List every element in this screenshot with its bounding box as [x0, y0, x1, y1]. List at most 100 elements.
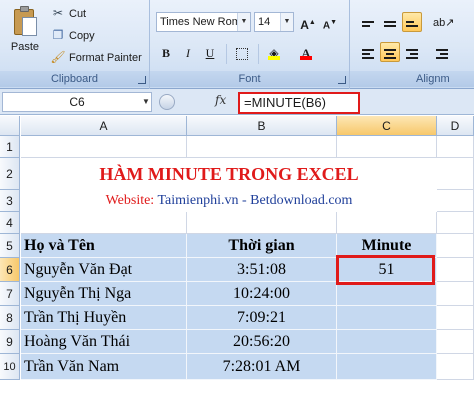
- copy-label: Copy: [69, 30, 95, 42]
- shrink-font-button[interactable]: A▼: [320, 12, 340, 32]
- chevron-down-icon[interactable]: ▼: [142, 97, 150, 106]
- bold-button[interactable]: B: [156, 42, 176, 62]
- header-minute[interactable]: Minute: [337, 234, 437, 258]
- cell-name[interactable]: Nguyễn Thị Nga: [21, 282, 187, 306]
- resize-knob-icon[interactable]: [159, 94, 175, 110]
- paste-label: Paste: [10, 41, 40, 53]
- alignment-group-label: Alignm: [350, 71, 474, 87]
- row-header-3[interactable]: 3: [0, 190, 20, 212]
- select-all-corner[interactable]: [0, 116, 20, 136]
- insert-function-icon[interactable]: fx: [215, 93, 226, 107]
- row-header-9[interactable]: 9: [0, 330, 20, 354]
- cell-d8[interactable]: [437, 306, 474, 330]
- header-ho-va-ten[interactable]: Họ và Tên: [21, 234, 187, 258]
- chevron-down-icon: ▼: [280, 13, 293, 31]
- grow-font-button[interactable]: A▲: [298, 12, 318, 32]
- cell-time[interactable]: 20:56:20: [187, 330, 337, 354]
- row-header-4[interactable]: 4: [0, 212, 20, 234]
- orientation-button[interactable]: ab↗: [432, 12, 455, 32]
- text-orientation-icon: ab↗: [433, 17, 455, 29]
- align-middle-button[interactable]: [380, 12, 400, 32]
- cell-time[interactable]: 10:24:00: [187, 282, 337, 306]
- row-header-1[interactable]: 1: [0, 136, 20, 158]
- cell-a4[interactable]: [21, 212, 187, 234]
- align-left-button[interactable]: [358, 42, 378, 62]
- font-dialog-launcher-icon[interactable]: [338, 76, 346, 84]
- header-thoi-gian[interactable]: Thời gian: [187, 234, 337, 258]
- align-center-button[interactable]: [380, 42, 400, 62]
- italic-button[interactable]: I: [178, 42, 198, 62]
- sheet-title: HÀM MINUTE TRONG EXCEL: [99, 164, 359, 184]
- cell-name[interactable]: Hoàng Văn Thái: [21, 330, 187, 354]
- scissors-icon: ✂: [52, 6, 64, 20]
- align-bottom-icon: [406, 19, 418, 29]
- cell-minute-active[interactable]: 51: [337, 258, 437, 282]
- paste-button[interactable]: Paste: [4, 4, 46, 66]
- worksheet-grid: A B C D 1 2 3 4 5 6 7 8 9 10 HÀM MINUTE …: [0, 116, 474, 401]
- cell-d7[interactable]: [437, 282, 474, 306]
- align-middle-icon: [384, 19, 396, 29]
- column-header-b[interactable]: B: [187, 116, 337, 136]
- align-center-icon: [384, 47, 396, 61]
- align-bottom-button[interactable]: [402, 12, 422, 32]
- cell-minute[interactable]: [337, 306, 437, 330]
- row-header-8[interactable]: 8: [0, 306, 20, 330]
- font-size-select[interactable]: 14 ▼: [254, 12, 294, 32]
- cell-name[interactable]: Trần Thị Huyền: [21, 306, 187, 330]
- ribbon: Paste ✂ Cut ❐ Copy 🖌 Format Painter Clipboa…: [0, 0, 474, 89]
- cut-button[interactable]: ✂ Cut: [50, 3, 86, 23]
- cell-b4[interactable]: [187, 212, 337, 234]
- column-header-c[interactable]: C: [337, 116, 437, 136]
- website-prefix: Website:: [105, 193, 158, 208]
- copy-button[interactable]: ❐ Copy: [50, 25, 95, 45]
- font-name-select[interactable]: Times New Rom ▼: [156, 12, 251, 32]
- cell-time[interactable]: 3:51:08: [187, 258, 337, 282]
- name-box[interactable]: C6: [2, 92, 152, 112]
- cell-d2[interactable]: [437, 158, 474, 190]
- row-header-10[interactable]: 10: [0, 354, 20, 380]
- cell-d10[interactable]: [437, 354, 474, 380]
- clipboard-dialog-launcher-icon[interactable]: [138, 76, 146, 84]
- align-right-icon: [406, 47, 418, 61]
- underline-button[interactable]: U: [200, 42, 220, 62]
- cell-minute[interactable]: [337, 354, 437, 380]
- copy-icon: ❐: [52, 28, 64, 42]
- align-right-button[interactable]: [402, 42, 422, 62]
- cell-c1[interactable]: [337, 136, 437, 158]
- cell-a1[interactable]: [21, 136, 187, 158]
- cell-d6[interactable]: [437, 258, 474, 282]
- align-left-icon: [362, 47, 374, 61]
- website-line: Website: Taimienphi.vn - Betdownload.com: [21, 190, 437, 212]
- fill-color-button[interactable]: ◈: [264, 42, 284, 62]
- cell-d9[interactable]: [437, 330, 474, 354]
- column-header-a[interactable]: A: [21, 116, 187, 136]
- cell-d4[interactable]: [437, 212, 474, 234]
- cell-time[interactable]: 7:09:21: [187, 306, 337, 330]
- cell-d1[interactable]: [437, 136, 474, 158]
- font-color-swatch: [300, 56, 312, 60]
- cell-d3[interactable]: [437, 190, 474, 212]
- cell-d5[interactable]: [437, 234, 474, 258]
- cell-b1[interactable]: [187, 136, 337, 158]
- column-header-d[interactable]: D: [437, 116, 474, 136]
- borders-button[interactable]: [232, 42, 252, 62]
- row-header-6[interactable]: 6: [0, 258, 20, 282]
- cell-name[interactable]: Trần Văn Nam: [21, 354, 187, 380]
- row-header-2[interactable]: 2: [0, 158, 20, 190]
- chevron-down-icon: ▼: [237, 13, 250, 31]
- website-urls: Taimienphi.vn - Betdownload.com: [157, 193, 353, 208]
- formula-bar: C6 ▼ fx: [0, 89, 474, 115]
- row-header-7[interactable]: 7: [0, 282, 20, 306]
- font-color-button[interactable]: A: [296, 42, 316, 62]
- formula-input[interactable]: =MINUTE(B6): [238, 92, 360, 114]
- align-top-button[interactable]: [358, 12, 378, 32]
- borders-icon: [236, 47, 248, 60]
- cell-name[interactable]: Nguyễn Văn Đạt: [21, 258, 187, 282]
- format-painter-button[interactable]: 🖌 Format Painter: [50, 47, 141, 67]
- cell-minute[interactable]: [337, 282, 437, 306]
- cell-c4[interactable]: [337, 212, 437, 234]
- indent-button[interactable]: [432, 42, 452, 62]
- cell-minute[interactable]: [337, 330, 437, 354]
- row-header-5[interactable]: 5: [0, 234, 20, 258]
- cell-time[interactable]: 7:28:01 AM: [187, 354, 337, 380]
